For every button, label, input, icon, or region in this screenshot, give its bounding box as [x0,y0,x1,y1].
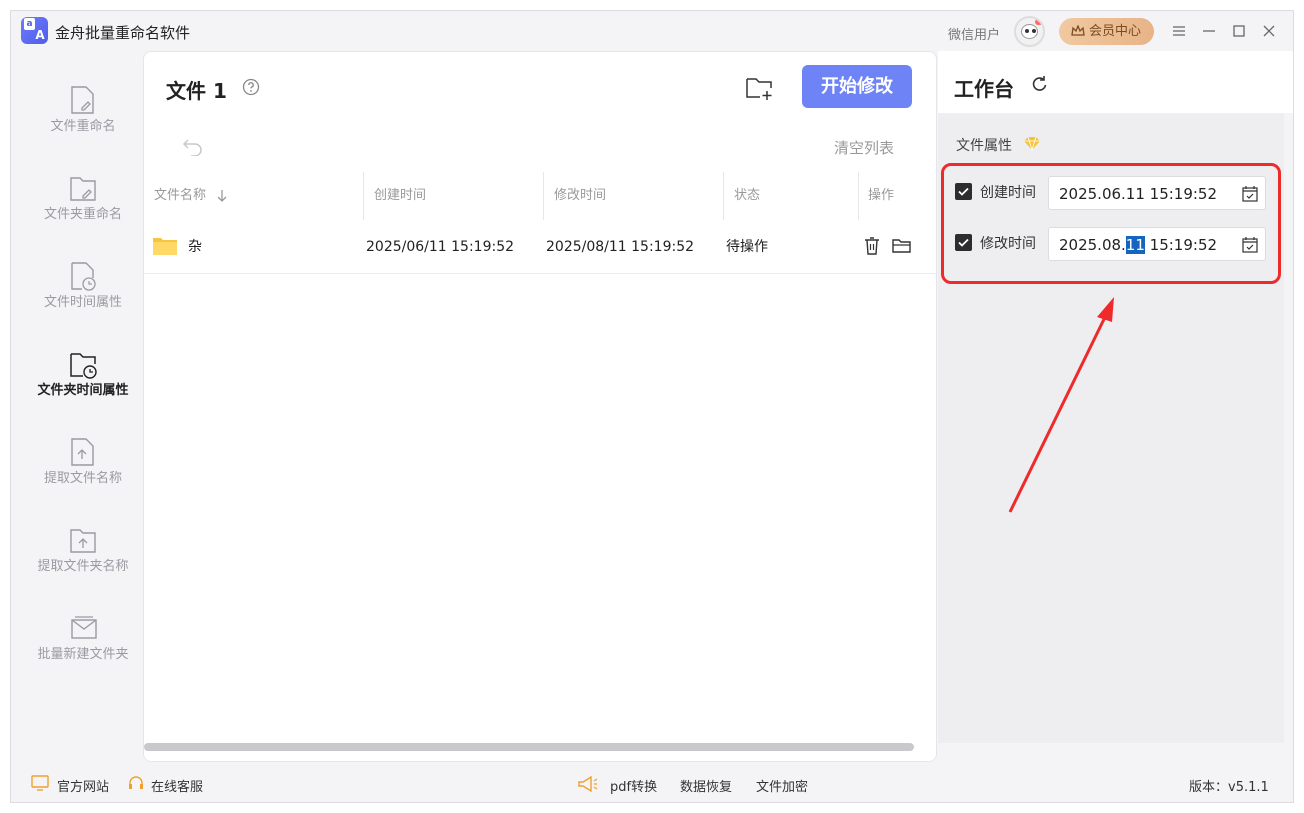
column-header-status: 状态 [734,188,761,203]
minimize-icon[interactable] [1198,20,1220,42]
section-label: 文件属性 [956,138,1012,154]
sidebar-item-label: 提取文件夹名称 [37,559,129,574]
sidebar-item-file-rename[interactable]: 文件重命名 [23,83,143,163]
sidebar-item-batch-new-folder[interactable]: 批量新建文件夹 [23,611,143,691]
data-recovery-link[interactable]: 数据恢复 [680,776,732,795]
vip-diamond-icon [1024,136,1040,151]
megaphone-icon [578,775,598,793]
close-icon[interactable] [1258,20,1280,42]
monitor-icon [31,775,49,791]
sidebar-item-label: 文件夹时间属性 [37,383,129,398]
online-support-link[interactable]: 在线客服 [151,776,203,795]
pdf-convert-link[interactable]: pdf转换 [610,776,657,795]
file-edit-icon [71,86,94,114]
file-encrypt-link[interactable]: 文件加密 [756,776,808,795]
table-row[interactable]: 杂 2025/06/11 15:19:52 2025/08/11 15:19:5… [144,224,936,274]
app-logo-icon: aA [21,17,48,44]
table-header: 文件名称 创建时间 修改时间 状态 操作 [144,172,936,220]
file-clock-icon [71,262,96,291]
vip-center-label: 会员中心 [1089,24,1142,39]
delete-icon[interactable] [863,236,881,256]
version-label: 版本：v5.1.1 [1189,780,1269,795]
column-header-name[interactable]: 文件名称 [154,172,228,220]
status-text: 待操作 [726,239,768,255]
avatar[interactable] [1014,16,1045,47]
menu-icon[interactable] [1168,20,1190,42]
sidebar-item-extract-file-names[interactable]: 提取文件名称 [23,435,143,515]
help-icon[interactable] [242,78,260,96]
undo-icon[interactable] [182,136,204,156]
file-list-panel: 文件 1 开始修改 清空列表 文件名称 创建时间 修改时间 状态 操作 杂 20… [143,51,937,762]
horizontal-scrollbar[interactable] [144,743,914,751]
crown-icon [1071,25,1085,36]
folder-stack-icon [71,616,97,639]
column-header-actions: 操作 [868,188,895,203]
start-modify-button[interactable]: 开始修改 [802,65,912,108]
status-bar: 官方网站 在线客服 pdf转换 数据恢复 文件加密 版本：v5.1.1 [11,763,1293,802]
workbench-header: 工作台 [938,51,1293,113]
user-name[interactable]: 微信用户 [948,24,1000,43]
file-name: 杂 [188,239,202,255]
sort-down-icon[interactable] [216,189,228,203]
official-website-link[interactable]: 官方网站 [57,776,109,795]
sidebar-item-label: 文件重命名 [50,119,116,134]
created-time: 2025/06/11 15:19:52 [366,239,515,255]
column-header-created: 创建时间 [374,188,427,203]
add-folder-icon[interactable] [744,74,774,102]
workbench-title: 工作台 [954,77,1014,101]
workbench-panel: 工作台 文件属性 创建时间 2025.06.11 15:19:52 修改时间 2… [938,51,1293,762]
maximize-icon[interactable] [1228,20,1250,42]
sidebar-item-folder-time[interactable]: 文件夹时间属性 [23,347,143,427]
page-title: 文件 1 [166,79,227,103]
folder-edit-icon [70,177,96,201]
app-title: 金舟批量重命名软件 [55,24,191,42]
column-header-modified: 修改时间 [554,188,607,203]
folder-upload-icon [70,529,96,553]
refresh-icon[interactable] [1030,75,1048,93]
highlight-annotation-box [941,163,1281,284]
sidebar-item-label: 文件夹重命名 [43,207,122,222]
folder-clock-icon [70,353,97,379]
sidebar-item-label: 文件时间属性 [43,295,122,310]
sidebar-item-extract-folder-names[interactable]: 提取文件夹名称 [23,523,143,603]
modified-time: 2025/08/11 15:19:52 [546,239,695,255]
workbench-body: 文件属性 创建时间 2025.06.11 15:19:52 修改时间 2025.… [938,113,1284,743]
sidebar-item-folder-rename[interactable]: 文件夹重命名 [23,171,143,251]
sidebar-item-label: 提取文件名称 [43,471,122,486]
vip-center-button[interactable]: 会员中心 [1059,18,1154,45]
sidebar-item-file-time[interactable]: 文件时间属性 [23,259,143,339]
clear-list-button[interactable]: 清空列表 [834,137,894,158]
sidebar-item-label: 批量新建文件夹 [37,647,129,662]
headset-icon [129,776,143,789]
title-bar: aA 金舟批量重命名软件 微信用户 会员中心 [11,11,1293,51]
sidebar: 文件重命名 文件夹重命名 文件时间属性 文件夹时间属性 提取文件名称 提取文件夹… [23,53,143,761]
open-folder-icon[interactable] [892,237,912,255]
folder-icon [153,238,177,255]
app-window: aA 金舟批量重命名软件 微信用户 会员中心 文件重命名 文件夹重命名 文件时间… [10,10,1294,803]
file-upload-icon [71,438,94,466]
